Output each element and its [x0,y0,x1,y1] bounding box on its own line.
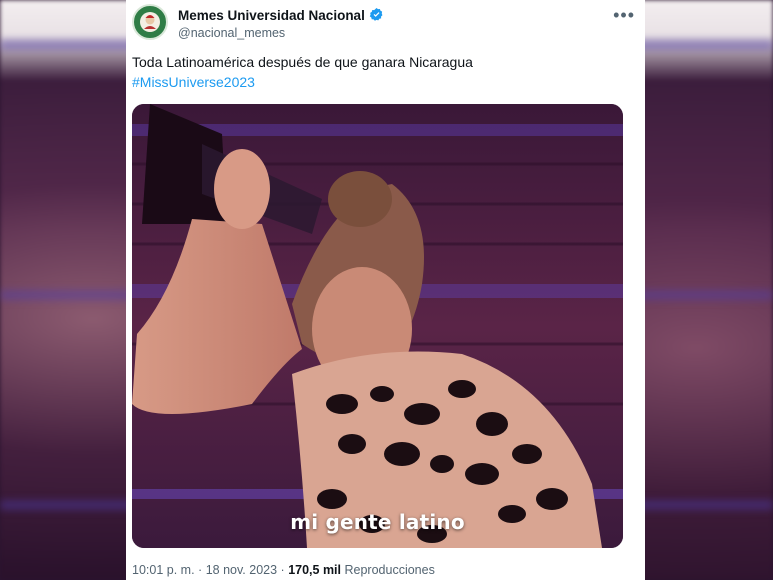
verified-badge-icon [369,7,383,21]
tweet-card: Memes Universidad Nacional @nacional_mem… [126,0,645,580]
meta-separator: · [280,563,285,577]
views-label: Reproducciones [344,563,435,577]
avatar-logo-icon [136,8,164,36]
display-name[interactable]: Memes Universidad Nacional [178,7,384,23]
hashtag-link[interactable]: #MissUniverse2023 [132,72,632,92]
tweet-metadata: 10:01 p. m. · 18 nov. 2023 · 170,5 mil R… [132,563,435,577]
account-handle[interactable]: @nacional_memes [178,26,285,40]
tweet-time[interactable]: 10:01 p. m. [132,563,195,577]
display-name-text: Memes Universidad Nacional [178,8,365,23]
tweet-header: Memes Universidad Nacional @nacional_mem… [132,4,635,44]
meta-separator: · [198,563,203,577]
tweet-body: Toda Latinoamérica después de que ganara… [132,54,473,70]
avatar[interactable] [132,4,168,40]
more-options-icon[interactable]: ••• [613,6,635,24]
tweet-media[interactable]: mi gente latino [132,104,623,548]
media-caption: mi gente latino [290,510,465,534]
tweet-text: Toda Latinoamérica después de que ganara… [132,52,632,92]
views-count: 170,5 mil [288,563,342,577]
media-frame-illustration [132,104,623,548]
tweet-date[interactable]: 18 nov. 2023 [206,563,277,577]
